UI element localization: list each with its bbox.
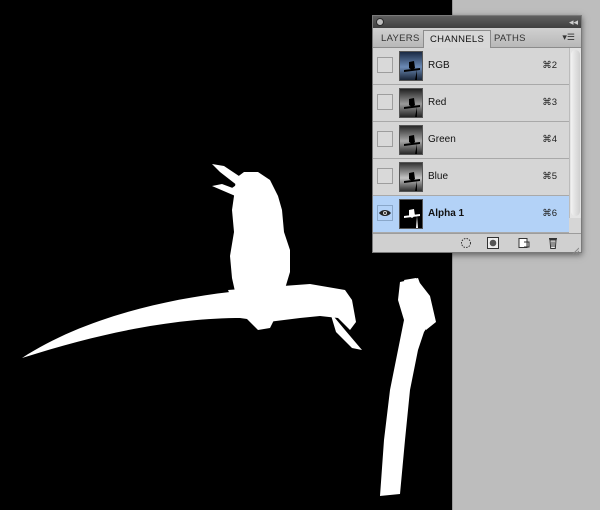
channel-thumbnail — [399, 51, 423, 81]
channel-thumbnail — [399, 88, 423, 118]
visibility-toggle[interactable] — [377, 131, 393, 147]
panel-footer — [373, 233, 581, 256]
visibility-toggle[interactable] — [377, 205, 393, 221]
channel-row-alpha-1[interactable]: Alpha 1 ⌘6 — [373, 196, 569, 233]
channel-thumbnail — [399, 125, 423, 155]
panel-scrollbar[interactable] — [569, 48, 581, 218]
channel-row-rgb[interactable]: RGB ⌘2 — [373, 48, 569, 85]
channel-row-red[interactable]: Red ⌘3 — [373, 85, 569, 122]
channel-name: RGB — [428, 60, 450, 71]
save-selection-icon[interactable] — [486, 236, 500, 250]
channel-name: Red — [428, 97, 447, 108]
tab-channels[interactable]: CHANNELS — [423, 30, 492, 49]
visibility-toggle[interactable] — [377, 168, 393, 184]
channel-name: Alpha 1 — [428, 208, 465, 219]
collapse-icon[interactable]: ◂◂ — [569, 16, 578, 28]
channel-list: RGB ⌘2 Red ⌘3 Green ⌘4 Blue ⌘5 Alpha 1 ⌘… — [373, 48, 569, 233]
channel-row-green[interactable]: Green ⌘4 — [373, 122, 569, 159]
visibility-toggle[interactable] — [377, 57, 393, 73]
channel-shortcut: ⌘3 — [542, 97, 557, 108]
resize-grip-icon[interactable] — [571, 242, 580, 256]
new-channel-icon[interactable] — [517, 236, 531, 250]
panel-titlebar[interactable]: ◂◂ — [373, 16, 581, 28]
load-selection-icon[interactable] — [459, 236, 473, 250]
channel-thumbnail — [399, 199, 423, 229]
scroll-thumb[interactable] — [571, 50, 580, 216]
channel-shortcut: ⌘6 — [542, 208, 557, 219]
visibility-toggle[interactable] — [377, 94, 393, 110]
channel-shortcut: ⌘5 — [542, 171, 557, 182]
channel-thumbnail — [399, 162, 423, 192]
eye-icon — [379, 210, 391, 216]
channel-row-blue[interactable]: Blue ⌘5 — [373, 159, 569, 196]
channel-shortcut: ⌘2 — [542, 60, 557, 71]
panel-tabbar: LAYERS CHANNELS PATHS ▾☰ — [373, 28, 581, 49]
channel-name: Green — [428, 134, 456, 145]
channel-name: Blue — [428, 171, 449, 182]
close-icon[interactable] — [376, 18, 384, 26]
panel-menu-icon[interactable]: ▾☰ — [562, 31, 575, 43]
tab-paths[interactable]: PATHS — [488, 30, 532, 48]
tab-layers[interactable]: LAYERS — [375, 30, 426, 48]
channels-panel: ◂◂ LAYERS CHANNELS PATHS ▾☰ RGB ⌘2 Red ⌘… — [372, 15, 582, 256]
channel-shortcut: ⌘4 — [542, 134, 557, 145]
delete-channel-icon[interactable] — [546, 236, 560, 250]
